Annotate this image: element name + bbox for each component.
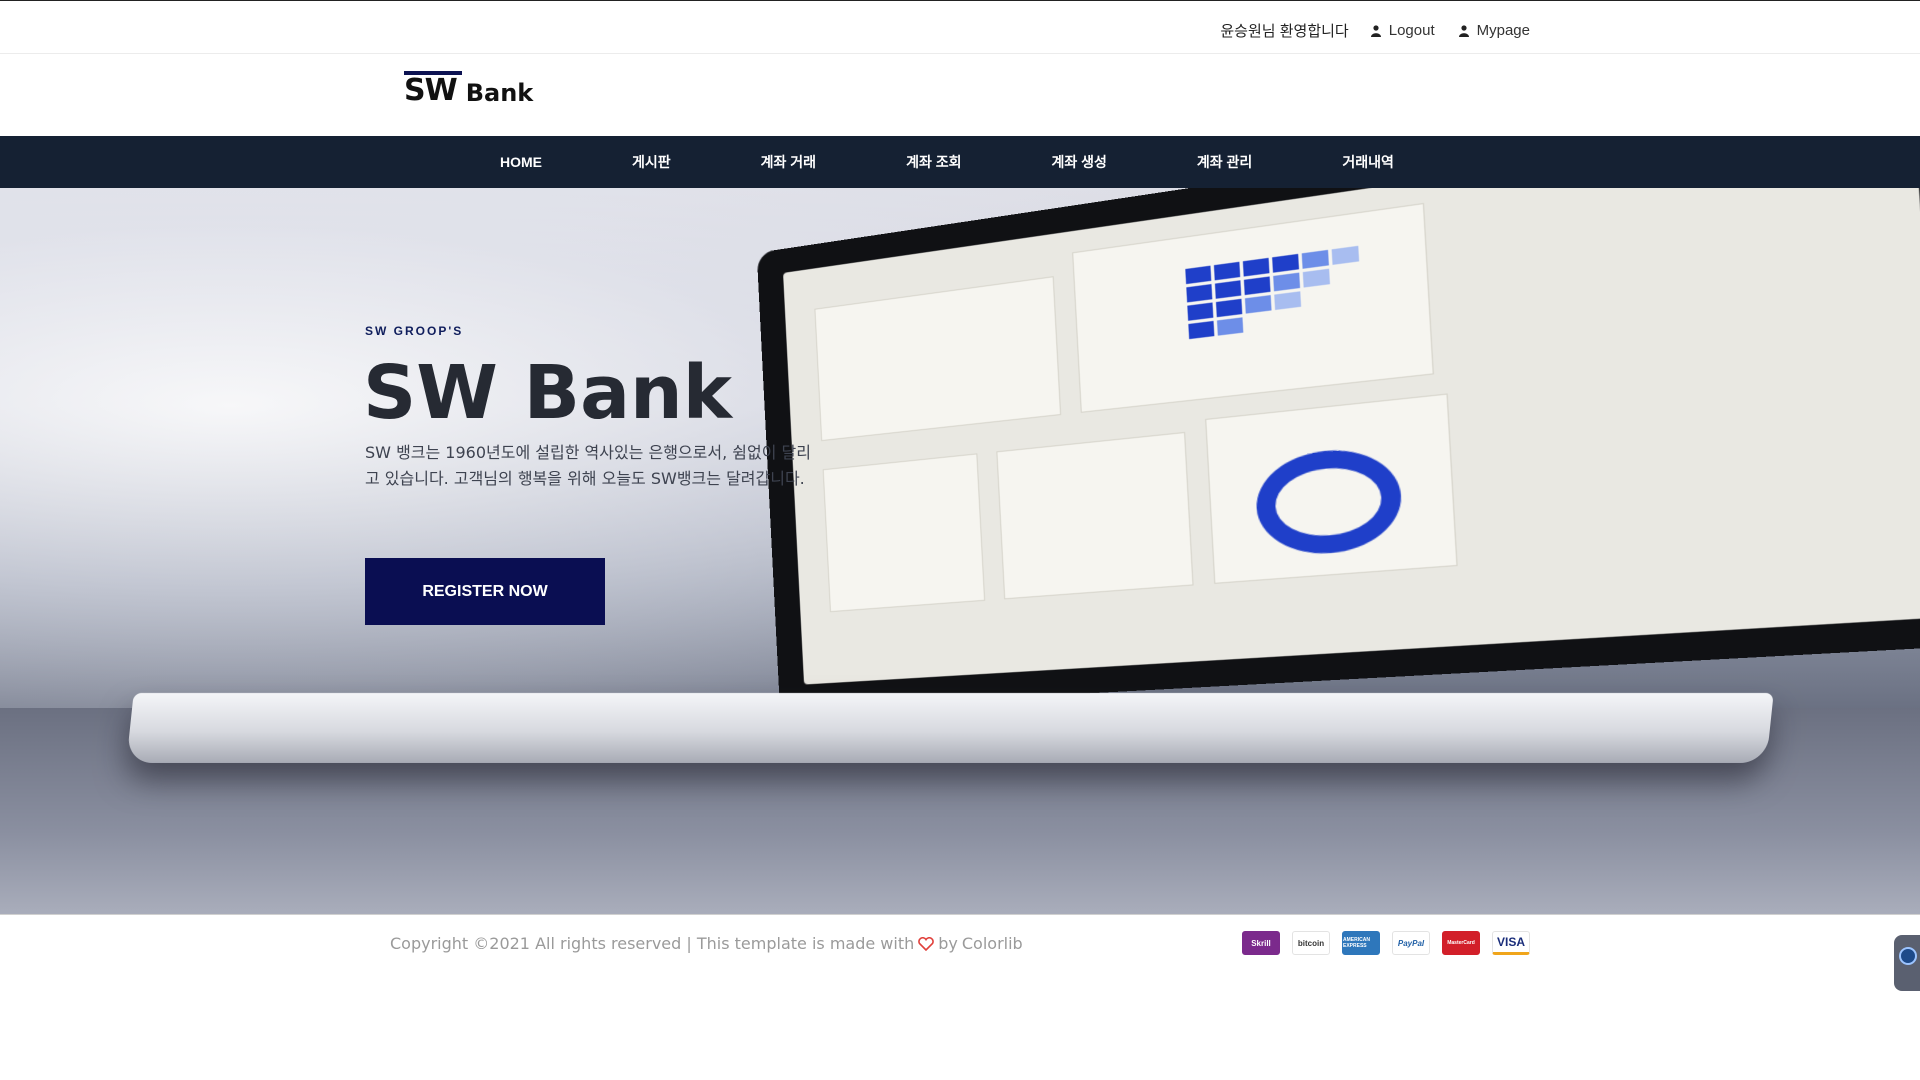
- colorlib-link[interactable]: Colorlib: [962, 934, 1023, 953]
- screen-panel: [996, 431, 1194, 600]
- hero-laptop-image: [756, 188, 1920, 710]
- hero-eyebrow: SW GROOP'S: [365, 324, 464, 338]
- mastercard-icon: MasterCard: [1442, 931, 1480, 955]
- register-now-button[interactable]: REGISTER NOW: [365, 558, 605, 625]
- copyright-by: by: [938, 934, 958, 953]
- hero-laptop-base: [126, 693, 1774, 763]
- nav-item-account-manage[interactable]: 계좌 관리: [1197, 152, 1252, 172]
- logo-sw: SW: [404, 71, 462, 108]
- nav-item-account-inquiry[interactable]: 계좌 조회: [906, 152, 961, 172]
- nav-item-home[interactable]: HOME: [500, 154, 542, 170]
- copyright: Copyright ©2021 All rights reserved | Th…: [390, 934, 1023, 953]
- screen-panel: [822, 453, 986, 613]
- footer: Copyright ©2021 All rights reserved | Th…: [0, 914, 1920, 1080]
- welcome-text: 윤승원님 환영합니다: [1220, 23, 1349, 40]
- site-logo[interactable]: SW Bank: [404, 71, 534, 108]
- mypage-link[interactable]: Mypage: [1458, 22, 1530, 39]
- user-icon: [1458, 24, 1469, 37]
- screen-panel: [814, 276, 1062, 442]
- visa-icon: VISA: [1492, 931, 1530, 955]
- nav-item-board[interactable]: 게시판: [632, 152, 671, 172]
- user-icon: [1370, 24, 1381, 37]
- header: SW Bank: [0, 54, 1920, 136]
- hero-banner: SW GROOP'S SW Bank SW 뱅크는 1960년도에 설립한 역사…: [0, 188, 1920, 914]
- side-widget-icon: [1899, 947, 1917, 965]
- heart-icon: [918, 936, 935, 951]
- amex-icon: AMERICAN EXPRESS: [1342, 931, 1380, 955]
- nav-item-transaction-history[interactable]: 거래내역: [1342, 152, 1394, 172]
- top-links: 윤승원님 환영합니다 Logout Mypage: [1220, 20, 1530, 41]
- paypal-icon: PayPal: [1392, 931, 1430, 955]
- nav-item-account-create[interactable]: 계좌 생성: [1051, 152, 1106, 172]
- side-widget-tab[interactable]: [1894, 935, 1920, 991]
- top-bar: 윤승원님 환영합니다 Logout Mypage: [0, 0, 1920, 54]
- mypage-label: Mypage: [1476, 22, 1530, 39]
- bitcoin-icon: bitcoin: [1292, 931, 1330, 955]
- hero-description: SW 뱅크는 1960년도에 설립한 역사있는 은행으로서, 쉼없이 달리고 있…: [365, 443, 811, 488]
- payment-methods: Skrill bitcoin AMERICAN EXPRESS PayPal M…: [1242, 931, 1530, 955]
- skrill-icon: Skrill: [1242, 931, 1280, 955]
- main-nav: HOME 게시판 계좌 거래 계좌 조회 계좌 생성 계좌 관리 거래내역: [0, 136, 1920, 188]
- nav-item-account-transaction[interactable]: 계좌 거래: [761, 152, 816, 172]
- logout-link[interactable]: Logout: [1370, 22, 1435, 39]
- laptop-screen: [783, 188, 1920, 685]
- nav-list: HOME 게시판 계좌 거래 계좌 조회 계좌 생성 계좌 관리 거래내역: [500, 136, 1394, 188]
- logout-label: Logout: [1388, 22, 1435, 39]
- copyright-text: Copyright ©2021 All rights reserved | Th…: [390, 934, 915, 953]
- hero-title: SW Bank: [363, 350, 732, 436]
- logo-bank: Bank: [465, 79, 534, 107]
